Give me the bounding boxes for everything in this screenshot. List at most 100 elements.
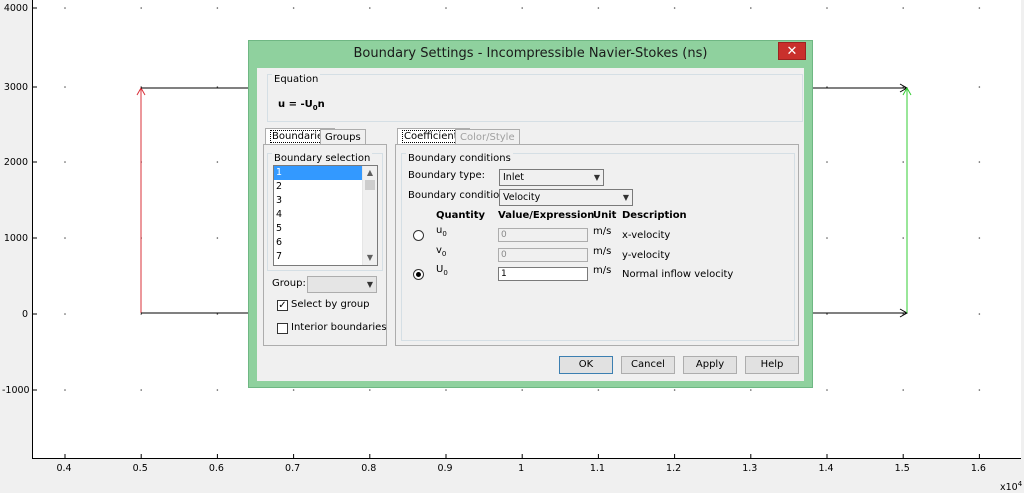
dialog-client: Equation u = -U0n Boundaries Groups Boun… xyxy=(257,68,804,381)
U0-quantity: U0 xyxy=(436,264,448,277)
coefficients-panel: Boundary conditions Boundary type: Inlet… xyxy=(395,144,799,346)
grid-point xyxy=(64,7,66,9)
v0-unit: m/s xyxy=(593,246,612,257)
grid-point xyxy=(140,7,142,9)
grid-point xyxy=(978,161,981,163)
grid-point xyxy=(826,237,828,239)
grid-point xyxy=(978,86,981,88)
grid-point xyxy=(673,389,676,391)
dialog-titlebar[interactable]: Boundary Settings - Incompressible Navie… xyxy=(249,41,812,67)
boundary-listbox[interactable]: 12345678 ▲ ▼ xyxy=(273,165,378,266)
u0-radio[interactable] xyxy=(413,230,424,241)
interior-boundaries-label: Interior boundaries xyxy=(291,322,387,333)
U0-value-field[interactable]: 1 xyxy=(498,267,588,281)
boundary-type-dropdown[interactable]: Inlet ▼ xyxy=(499,169,604,186)
x-tick-label: 0.8 xyxy=(361,463,377,474)
boundary-conditions-label: Boundary conditions xyxy=(406,153,513,164)
grid-point xyxy=(216,237,219,239)
y-tick-label: 1000 xyxy=(3,233,28,244)
chevron-down-icon: ▼ xyxy=(593,173,600,182)
y-tick-label: -1000 xyxy=(2,385,30,396)
grid-point xyxy=(369,7,371,9)
scroll-thumb[interactable] xyxy=(365,180,375,190)
listbox-scrollbar[interactable]: ▲ ▼ xyxy=(362,166,377,265)
grid-point xyxy=(902,161,904,163)
x-tick-label: 1.3 xyxy=(742,463,758,474)
u0-value-field[interactable]: 0 xyxy=(498,228,588,242)
v0-description: y-velocity xyxy=(622,250,671,261)
x-tick-label: 0.5 xyxy=(132,463,148,474)
grid-point xyxy=(902,237,904,239)
tab-groups[interactable]: Groups xyxy=(320,129,366,145)
x-tick-label: 1.5 xyxy=(894,463,910,474)
x-tick-label: 1.4 xyxy=(818,463,834,474)
grid-point xyxy=(826,7,828,9)
grid-point xyxy=(64,313,66,315)
grid-point xyxy=(597,389,600,391)
group-label: Group: xyxy=(272,278,306,289)
ok-button[interactable]: OK xyxy=(559,356,613,374)
x-tick-label: 1.1 xyxy=(589,463,605,474)
grid-point xyxy=(826,389,828,391)
boundary-condition-dropdown[interactable]: Velocity ▼ xyxy=(499,189,633,206)
x-tick-label: 0.7 xyxy=(285,463,301,474)
y-tick-label: 3000 xyxy=(3,82,28,93)
unit-header: Unit xyxy=(593,210,617,221)
y-tick-label: 0 xyxy=(21,309,28,320)
interior-boundaries-checkbox[interactable] xyxy=(277,323,288,334)
grid-point xyxy=(673,7,676,9)
equation-text: u = -U0n xyxy=(278,99,325,112)
grid-point xyxy=(292,389,295,391)
grid-point xyxy=(902,389,904,391)
grid-point xyxy=(369,389,371,391)
normal-inflow-radio[interactable] xyxy=(413,269,424,280)
boundaries-panel: Boundary selection 12345678 ▲ ▼ Group: ▼… xyxy=(263,144,387,346)
x-tick-label: 1.2 xyxy=(666,463,682,474)
boundary-settings-dialog: Boundary Settings - Incompressible Navie… xyxy=(248,40,813,388)
x-tick-label: 0.4 xyxy=(56,463,72,474)
value-header: Value/Expression xyxy=(498,210,595,221)
select-by-group-checkbox[interactable]: ✓ xyxy=(277,300,288,311)
chevron-down-icon: ▼ xyxy=(622,193,629,202)
scroll-up-icon[interactable]: ▲ xyxy=(363,166,377,180)
x-tick-label: 0.6 xyxy=(208,463,224,474)
equation-group-label: Equation xyxy=(272,74,321,85)
grid-point xyxy=(292,7,295,9)
grid-point xyxy=(826,161,828,163)
grid-point xyxy=(902,7,904,9)
grid-point xyxy=(216,389,219,391)
grid-point xyxy=(978,389,981,391)
tab-color-style[interactable]: Color/Style xyxy=(455,129,520,145)
x-axis-exponent: x104 xyxy=(1000,480,1023,493)
grid-point xyxy=(64,389,66,391)
grid-point xyxy=(140,389,142,391)
v0-value-field[interactable]: 0 xyxy=(498,248,588,262)
grid-point xyxy=(216,161,219,163)
cancel-button[interactable]: Cancel xyxy=(621,356,675,374)
help-button[interactable]: Help xyxy=(745,356,799,374)
grid-point xyxy=(445,7,447,9)
group-dropdown[interactable]: ▼ xyxy=(307,276,377,293)
U0-description: Normal inflow velocity xyxy=(622,269,734,280)
u0-description: x-velocity xyxy=(622,230,671,241)
U0-unit: m/s xyxy=(593,265,612,276)
y-tick-label: 2000 xyxy=(3,157,28,168)
v0-quantity: v0 xyxy=(436,245,447,258)
apply-button[interactable]: Apply xyxy=(683,356,737,374)
close-button[interactable]: ✕ xyxy=(778,42,806,60)
grid-point xyxy=(64,237,66,239)
grid-point xyxy=(978,237,981,239)
grid-point xyxy=(521,7,523,9)
grid-point xyxy=(750,7,752,9)
u0-unit: m/s xyxy=(593,226,612,237)
grid-point xyxy=(597,7,600,9)
scroll-down-icon[interactable]: ▼ xyxy=(363,251,377,265)
grid-point xyxy=(445,389,447,391)
x-tick-label: 0.9 xyxy=(437,463,453,474)
grid-point xyxy=(521,389,523,391)
select-by-group-label: Select by group xyxy=(291,299,370,310)
grid-point xyxy=(64,86,66,88)
boundary-type-label: Boundary type: xyxy=(408,170,486,181)
grid-point xyxy=(64,161,66,163)
quantity-header: Quantity xyxy=(436,210,485,221)
